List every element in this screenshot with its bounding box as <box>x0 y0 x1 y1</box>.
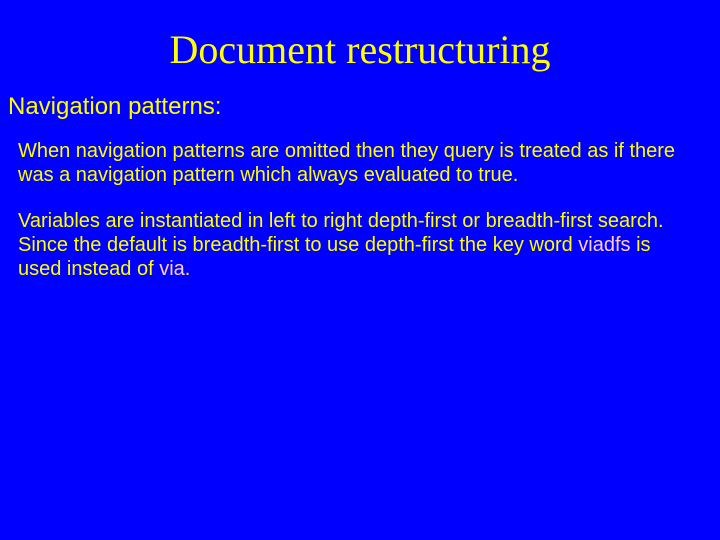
slide-title: Document restructuring <box>0 0 720 93</box>
keyword-viadfs: viadfs <box>578 234 630 256</box>
para2-text-c: . <box>185 258 191 280</box>
para2-text-a: Variables are instantiated in left to ri… <box>18 210 664 256</box>
paragraph-2: Variables are instantiated in left to ri… <box>0 209 720 281</box>
paragraph-1: When navigation patterns are omitted the… <box>0 139 720 187</box>
slide-subtitle: Navigation patterns: <box>0 93 720 139</box>
slide-container: Document restructuring Navigation patter… <box>0 0 720 540</box>
keyword-via: via <box>159 258 185 280</box>
